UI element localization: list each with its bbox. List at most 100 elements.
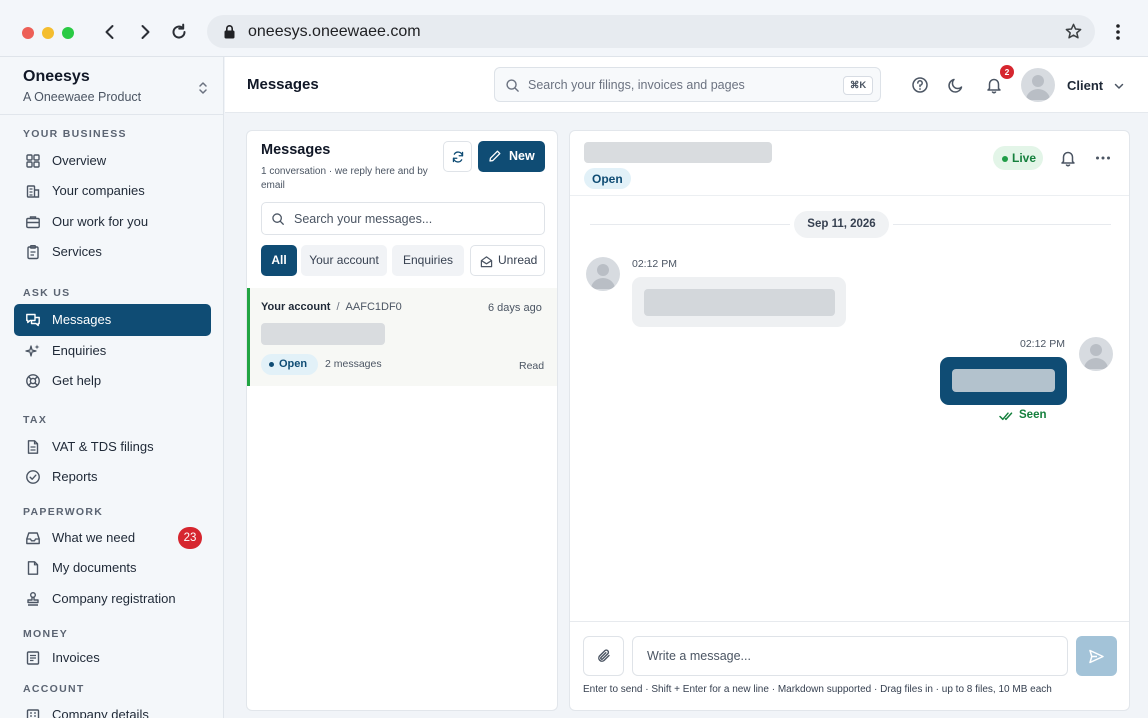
sidebar-item-messages[interactable]: Messages <box>14 304 211 336</box>
refresh-icon <box>452 151 464 163</box>
new-button-label: New <box>509 149 535 163</box>
bell-icon[interactable] <box>985 76 1003 94</box>
date-separator: Sep 11, 2026 <box>794 211 889 238</box>
chevron-down-icon[interactable] <box>1113 80 1125 92</box>
more-options-icon[interactable] <box>1094 149 1112 167</box>
window-maximize-button[interactable] <box>62 27 74 39</box>
section-money: MONEY <box>23 628 69 640</box>
message-time: 02:12 PM <box>1020 338 1065 350</box>
divider <box>893 224 1111 225</box>
avatar <box>1079 337 1113 371</box>
global-search-input[interactable]: Search your filings, invoices and pages … <box>494 67 881 102</box>
address-bar[interactable]: oneesys.oneewaee.com <box>207 15 1095 48</box>
message-thread-panel: Open Live Sep 11, 2026 02:12 PM 02:12 PM… <box>569 130 1130 711</box>
building-icon <box>25 707 41 718</box>
sidebar-item-overview[interactable]: Overview <box>14 145 211 177</box>
message-placeholder <box>952 369 1055 392</box>
section-ask-us: ASK US <box>23 287 71 299</box>
sidebar-item-label: Get help <box>52 373 102 388</box>
lifebuoy-icon <box>25 373 41 389</box>
count-badge: 23 <box>178 527 202 549</box>
sidebar-item-label: Services <box>52 244 102 259</box>
filter-your-account[interactable]: Your account <box>301 245 387 276</box>
avatar <box>586 257 620 291</box>
attach-button[interactable] <box>583 636 624 676</box>
filter-all[interactable]: All <box>261 245 297 276</box>
receipt-icon <box>25 650 41 666</box>
sidebar-item-label: Company registration <box>52 591 176 606</box>
page-title: Messages <box>247 76 319 93</box>
outgoing-message-bubble <box>940 357 1067 405</box>
chevron-up-down-icon[interactable] <box>196 80 210 96</box>
section-your-business: YOUR BUSINESS <box>23 128 127 140</box>
sidebar-item-vat[interactable]: VAT & TDS filings <box>14 431 211 463</box>
seen-indicator: Seen <box>999 409 1047 421</box>
sidebar-item-what-we-need[interactable]: What we need 23 <box>14 522 211 554</box>
live-dot <box>1002 156 1008 162</box>
conversation-list-item[interactable]: Your account / AAFC1DF0 6 days ago Open 2 … <box>247 288 557 386</box>
user-name[interactable]: Client <box>1067 78 1103 93</box>
forward-icon[interactable] <box>135 22 155 42</box>
status-dot <box>269 362 274 367</box>
section-tax: TAX <box>23 414 48 426</box>
browser-toolbar: oneesys.oneewaee.com <box>0 0 1148 57</box>
send-button[interactable] <box>1076 636 1117 676</box>
dark-mode-icon[interactable] <box>947 76 965 94</box>
sidebar-item-companies[interactable]: Your companies <box>14 175 211 207</box>
sidebar-item-get-help[interactable]: Get help <box>14 365 211 397</box>
sidebar-item-my-documents[interactable]: My documents <box>14 552 211 584</box>
send-icon <box>1089 649 1104 664</box>
message-time: 02:12 PM <box>632 258 677 270</box>
new-message-button[interactable]: New <box>478 141 545 172</box>
sidebar-item-invoices[interactable]: Invoices <box>14 642 211 674</box>
sidebar-item-enquiries[interactable]: Enquiries <box>14 335 211 367</box>
conversation-category: Your account <box>261 301 331 313</box>
url-text: oneesys.oneewaee.com <box>248 23 421 40</box>
sidebar-item-label: Company details <box>52 707 149 718</box>
path-separator: / <box>336 301 340 313</box>
sidebar-item-label: Overview <box>52 153 107 168</box>
sidebar-item-company-details[interactable]: Company details <box>14 699 211 718</box>
window-close-button[interactable] <box>22 27 34 39</box>
sidebar-item-label: VAT & TDS filings <box>52 439 154 454</box>
filter-enquiries[interactable]: Enquiries <box>392 245 464 276</box>
sidebar-item-reports[interactable]: Reports <box>14 461 211 493</box>
live-label: Live <box>1012 151 1037 165</box>
avatar[interactable] <box>1021 68 1055 102</box>
status-label: Open <box>592 172 623 186</box>
building-icon <box>25 183 41 199</box>
back-icon[interactable] <box>100 22 120 42</box>
brand-subtitle: A Oneewaee Product <box>23 90 142 104</box>
message-input-placeholder: Write a message... <box>647 649 751 663</box>
conversation-path: Your account / AAFC1DF0 <box>261 301 402 313</box>
pencil-icon <box>489 150 501 162</box>
document-icon <box>25 439 41 455</box>
sidebar-item-company-registration[interactable]: Company registration <box>14 583 211 615</box>
sidebar-item-our-work[interactable]: Our work for you <box>14 206 211 238</box>
stamp-icon <box>25 591 41 607</box>
filter-unread[interactable]: Unread <box>470 245 545 276</box>
browser-menu-icon[interactable] <box>1110 22 1126 42</box>
conversation-time: 6 days ago <box>488 302 542 314</box>
divider <box>570 621 1129 622</box>
envelope-open-icon <box>480 256 493 268</box>
grid-icon <box>25 153 41 169</box>
file-icon <box>25 560 41 576</box>
bell-icon[interactable] <box>1059 149 1077 167</box>
search-placeholder: Search your messages... <box>294 212 433 226</box>
sidebar-item-label: Reports <box>52 469 98 484</box>
message-count: 2 messages <box>325 358 382 370</box>
window-minimize-button[interactable] <box>42 27 54 39</box>
bookmark-star-icon[interactable] <box>1064 22 1083 41</box>
section-account: ACCOUNT <box>23 683 85 695</box>
check-circle-icon <box>25 469 41 485</box>
divider <box>0 114 223 115</box>
help-icon[interactable] <box>911 76 929 94</box>
message-search-input[interactable]: Search your messages... <box>261 202 545 235</box>
reload-icon[interactable] <box>169 22 189 42</box>
refresh-button[interactable] <box>443 141 472 172</box>
message-input[interactable]: Write a message... <box>632 636 1068 676</box>
briefcase-icon <box>25 214 41 230</box>
lock-icon <box>223 24 236 39</box>
sidebar-item-services[interactable]: Services <box>14 236 211 268</box>
